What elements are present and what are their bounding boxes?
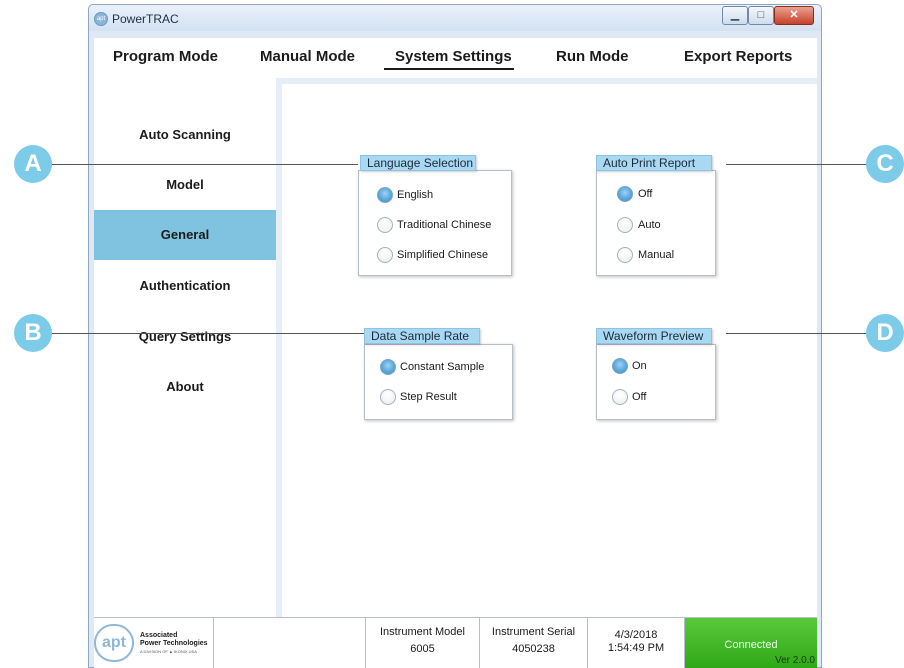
company-logo-cell: apt Associated Power Technologies A DIVI…	[94, 618, 214, 668]
title-bar[interactable]	[89, 5, 821, 31]
radio-off[interactable]	[617, 186, 633, 202]
radio-step-result[interactable]	[380, 389, 396, 405]
close-icon[interactable]: ✕	[774, 6, 814, 25]
status-date: 4/3/2018	[614, 629, 658, 641]
datetime-cell: 4/3/2018 1:54:49 PM	[588, 618, 685, 668]
waveform-preview-group	[596, 344, 716, 420]
radio-english[interactable]	[377, 187, 393, 203]
data-sample-rate-title: Data Sample Rate	[364, 328, 480, 344]
app-icon: apt	[94, 12, 108, 26]
option-label: Constant Sample	[400, 361, 485, 373]
instrument-serial-value: 4050238	[512, 643, 555, 655]
callout-line-c	[726, 164, 870, 165]
radio-on[interactable]	[612, 358, 628, 374]
radio-traditional-chinese[interactable]	[377, 217, 393, 233]
instrument-model-value: 6005	[410, 643, 435, 655]
minimize-icon[interactable]: ▁	[722, 6, 748, 25]
window-controls: ▁ □ ✕	[722, 6, 814, 26]
instrument-model-cell: Instrument Model 6005	[366, 618, 480, 668]
status-empty-cell	[214, 618, 366, 668]
data-sample-rate-group	[364, 344, 513, 420]
option-label: Step Result	[400, 391, 457, 403]
connection-status: Connected Ver 2.0.0	[685, 618, 817, 668]
option-label: Auto	[638, 219, 661, 231]
callout-line-d	[726, 333, 870, 334]
maximize-icon[interactable]: □	[748, 6, 774, 25]
option-label: Traditional Chinese	[397, 219, 492, 231]
callout-a: A	[14, 145, 52, 183]
auto-print-report-title: Auto Print Report	[596, 155, 712, 171]
sidebar-item-model[interactable]: Model	[94, 160, 276, 210]
active-menu-underline	[384, 68, 514, 70]
option-label: English	[397, 189, 434, 201]
option-label: Simplified Chinese	[397, 249, 489, 261]
apt-logo: apt	[94, 624, 134, 662]
option-label: Off	[638, 188, 653, 200]
sidebar-item-auto-scanning[interactable]: Auto Scanning	[94, 110, 276, 160]
callout-b: B	[14, 314, 52, 352]
instrument-model-label: Instrument Model	[380, 626, 465, 638]
sidebar-item-general[interactable]: General	[94, 210, 276, 260]
window-title: PowerTRAC	[112, 12, 179, 26]
radio-manual[interactable]	[617, 247, 633, 263]
instrument-serial-label: Instrument Serial	[491, 626, 576, 638]
option-label: Manual	[638, 249, 675, 261]
menu-run-mode[interactable]: Run Mode	[556, 48, 629, 65]
callout-line-b	[52, 333, 364, 334]
company-name-line1: Associated	[140, 632, 178, 639]
menu-export-reports[interactable]: Export Reports	[684, 48, 792, 65]
status-time: 1:54:49 PM	[607, 642, 665, 654]
connection-status-label: Connected	[724, 639, 778, 651]
callout-line-a	[52, 164, 358, 165]
menu-manual-mode[interactable]: Manual Mode	[260, 48, 355, 65]
sidebar-item-authentication[interactable]: Authentication	[94, 261, 276, 311]
menu-system-settings[interactable]: System Settings	[395, 48, 512, 65]
language-selection-title: Language Selection	[360, 155, 476, 171]
callout-d: D	[866, 314, 904, 352]
sidebar-item-query-settings[interactable]: Query Settings	[94, 312, 276, 362]
option-label: Off	[632, 391, 647, 403]
option-label: On	[632, 360, 647, 372]
version-label: Ver 2.0.0	[774, 655, 815, 666]
company-name-line2: Power Technologies	[140, 640, 208, 647]
sidebar-item-about[interactable]: About	[94, 362, 276, 412]
radio-constant-sample[interactable]	[380, 359, 396, 375]
company-tagline: A DIVISION OF ▲ IKONIX USA	[140, 649, 197, 654]
menu-program-mode[interactable]: Program Mode	[113, 48, 218, 65]
instrument-serial-cell: Instrument Serial 4050238	[480, 618, 588, 668]
radio-simplified-chinese[interactable]	[377, 247, 393, 263]
radio-auto[interactable]	[617, 217, 633, 233]
radio-waveform-off[interactable]	[612, 389, 628, 405]
callout-c: C	[866, 145, 904, 183]
waveform-preview-title: Waveform Preview	[596, 328, 712, 344]
